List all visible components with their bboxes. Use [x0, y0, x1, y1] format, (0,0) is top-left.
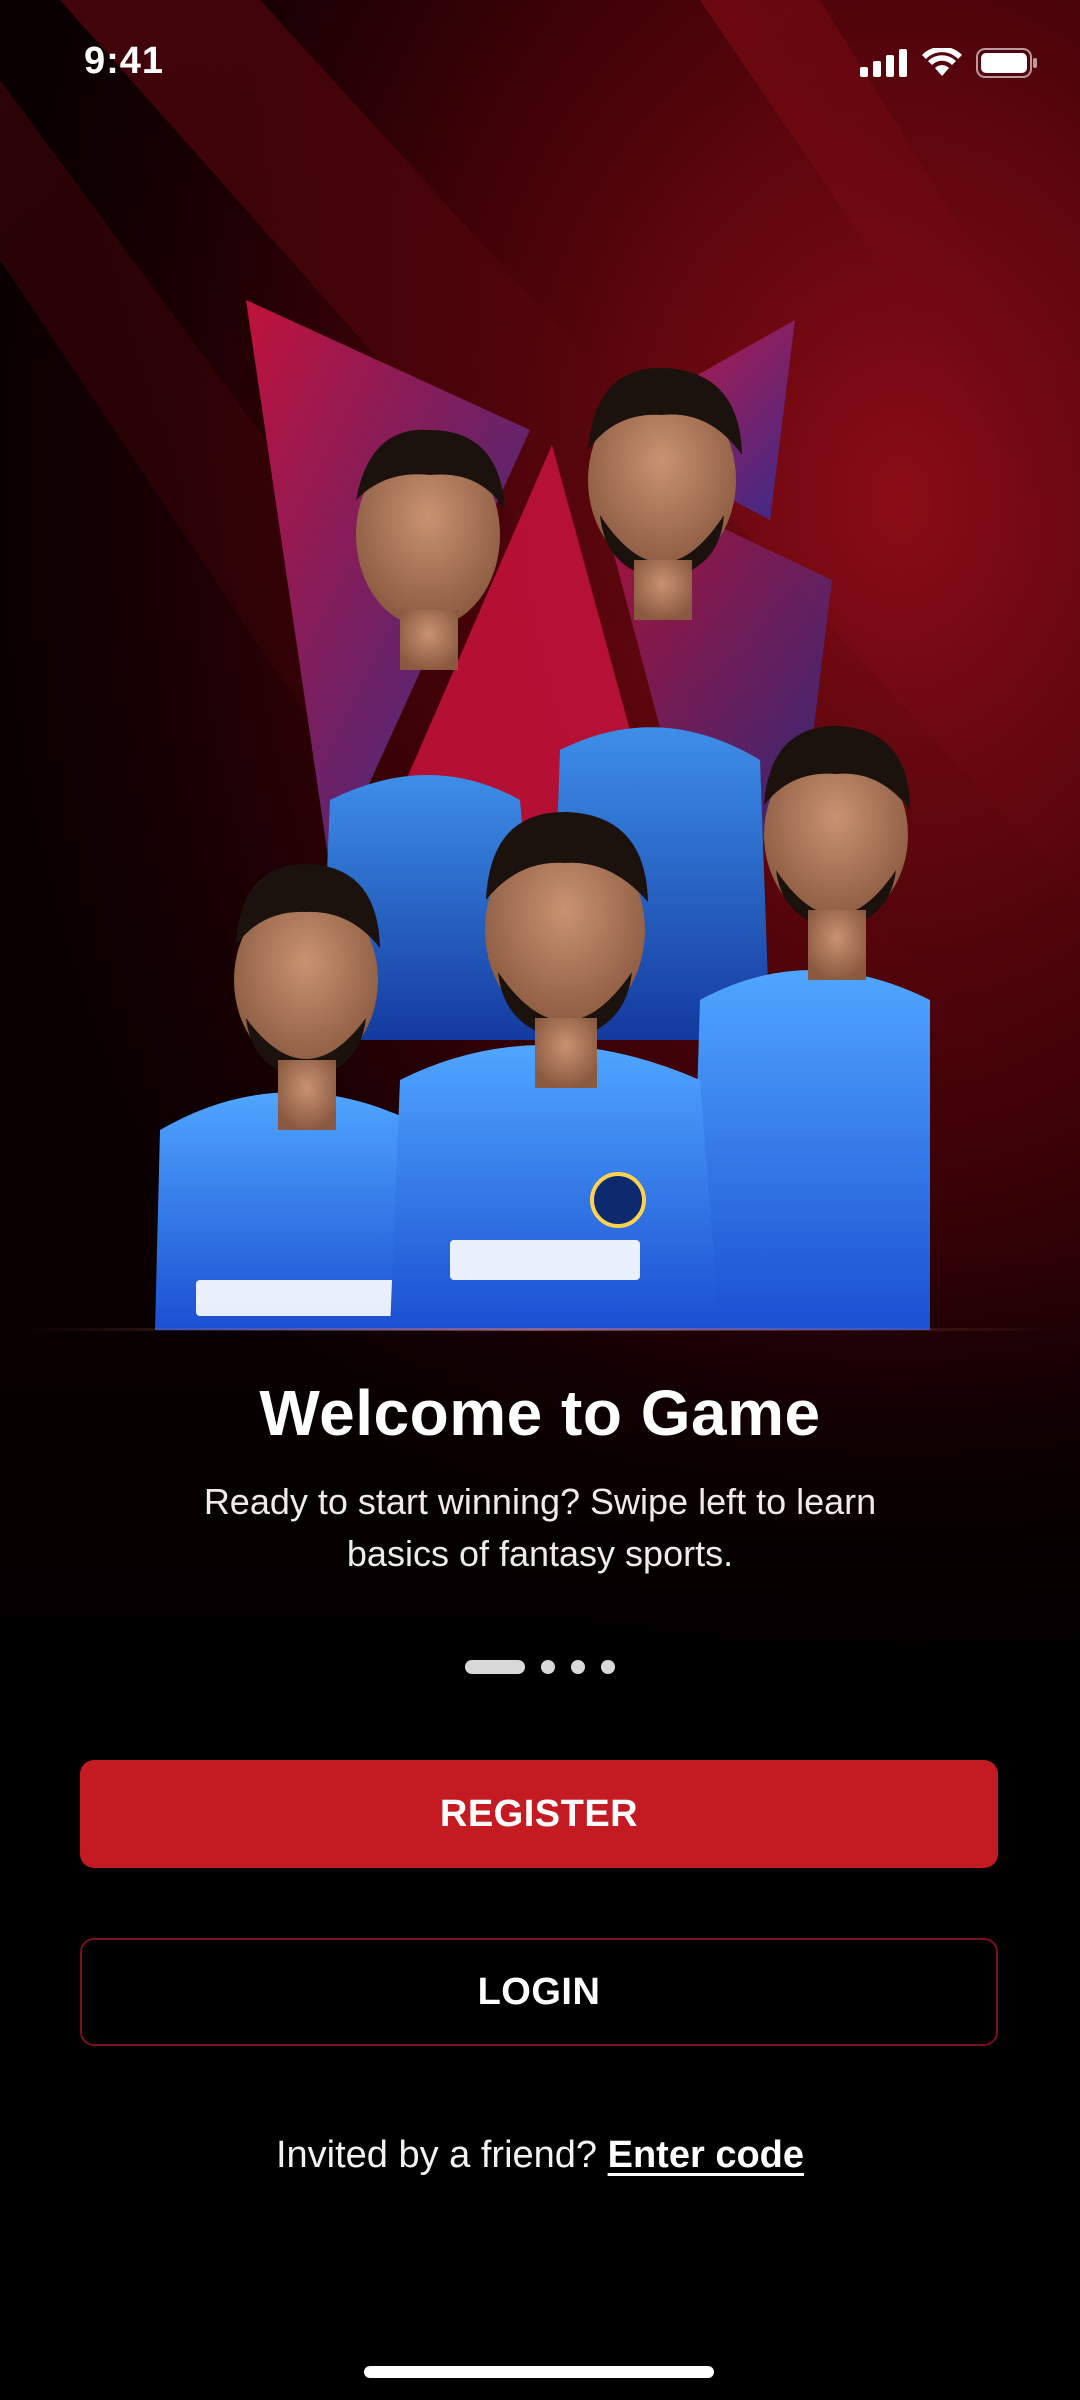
team-players-artwork — [155, 300, 930, 1330]
invite-prompt: Invited by a friend? — [275, 2134, 598, 2176]
home-indicator[interactable] — [364, 2366, 714, 2378]
pager-dot[interactable] — [541, 1660, 555, 1674]
battery-icon — [976, 48, 1037, 78]
signal-icon — [860, 49, 907, 77]
welcome-title: Welcome to Game — [259, 1377, 821, 1449]
hero-divider — [20, 1328, 1060, 1331]
pager-dot-active[interactable] — [465, 1660, 525, 1674]
onboarding-pager[interactable] — [0, 1660, 1080, 1674]
invite-line: Invited by a friend? Enter code — [0, 2134, 1080, 2177]
wifi-icon — [922, 48, 962, 76]
welcome-screen: 9:41 Welcome to Game Ready to start winn… — [0, 0, 1080, 2400]
status-icons — [860, 48, 1038, 78]
welcome-subtitle: Ready to start winning? Swipe left to le… — [203, 1481, 877, 1574]
pager-dot[interactable] — [601, 1660, 615, 1674]
status-time: 9:41 — [84, 40, 165, 82]
pager-dot[interactable] — [571, 1660, 585, 1674]
enter-code-link[interactable]: Enter code — [608, 2134, 804, 2176]
status-bar: 9:41 — [0, 0, 1080, 130]
login-button[interactable]: LOGIN — [80, 1938, 998, 2046]
register-button[interactable]: REGISTER — [80, 1760, 998, 1868]
